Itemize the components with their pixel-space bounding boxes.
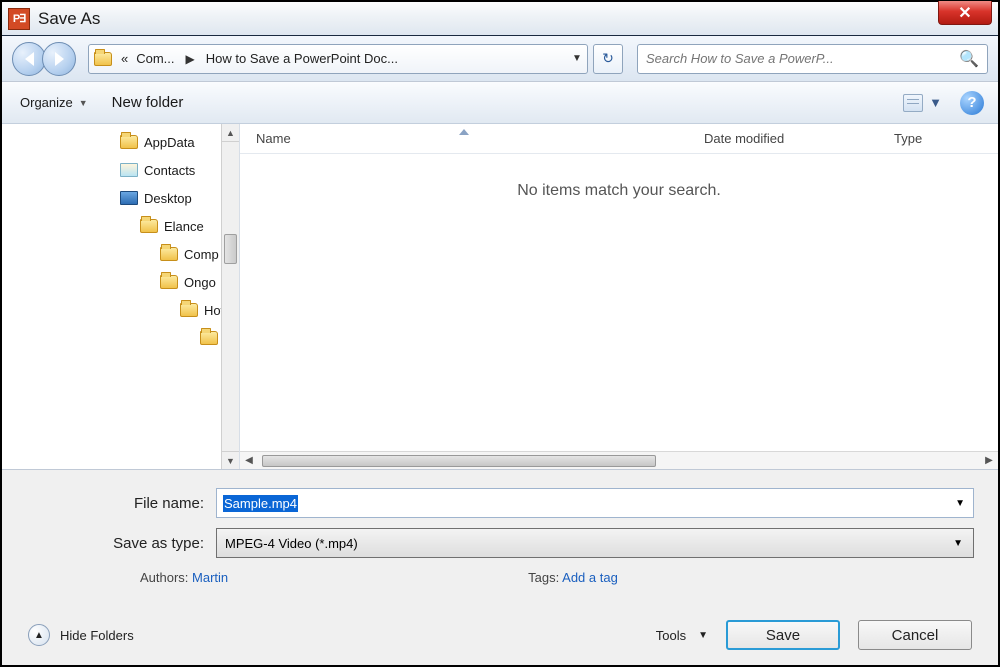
- save-type-combo[interactable]: MPEG-4 Video (*.mp4) ▼: [216, 528, 974, 558]
- scroll-thumb[interactable]: [224, 234, 237, 264]
- cancel-button[interactable]: Cancel: [858, 620, 972, 650]
- tree-item[interactable]: Desktop: [2, 184, 239, 212]
- window-title: Save As: [38, 9, 100, 29]
- folder-icon: [160, 247, 178, 261]
- tree-item[interactable]: C: [2, 324, 239, 352]
- toolbar: Organize▼ New folder ▼ ?: [2, 82, 998, 124]
- contacts-icon: [120, 163, 138, 177]
- scroll-down-button[interactable]: ▼: [222, 451, 239, 469]
- save-form: File name: Sample.mp4 ▼ Save as type: MP…: [2, 470, 998, 605]
- chevron-down-icon[interactable]: ▼: [955, 498, 965, 509]
- breadcrumb-dropdown[interactable]: ▼: [567, 53, 587, 64]
- chevron-down-icon: ▼: [698, 630, 708, 641]
- breadcrumb-seg1[interactable]: Com...: [132, 51, 178, 66]
- tree-item[interactable]: AppData: [2, 128, 239, 156]
- tree-item[interactable]: Comp: [2, 240, 239, 268]
- view-options-button[interactable]: ▼: [903, 94, 942, 112]
- tree-item[interactable]: Contacts: [2, 156, 239, 184]
- column-type[interactable]: Type: [878, 131, 998, 146]
- close-button[interactable]: ✕: [938, 1, 992, 25]
- folder-icon: [180, 303, 198, 317]
- refresh-button[interactable]: ↻: [593, 44, 623, 74]
- search-icon[interactable]: 🔍: [959, 49, 979, 69]
- authors-label: Authors:: [140, 570, 188, 585]
- help-button[interactable]: ?: [960, 91, 984, 115]
- save-type-label: Save as type:: [26, 535, 216, 552]
- folder-tree[interactable]: AppData Contacts Desktop Elance Comp Ongo HowC…: [2, 124, 240, 469]
- tree-item-label: Desktop: [144, 191, 192, 206]
- tools-menu[interactable]: Tools ▼: [656, 628, 708, 643]
- chevron-down-icon: ▼: [929, 95, 942, 110]
- powerpoint-icon: P∃: [8, 8, 30, 30]
- footer: ▲ Hide Folders Tools ▼ Save Cancel: [2, 605, 998, 665]
- organize-menu[interactable]: Organize▼: [20, 95, 88, 110]
- tree-item[interactable]: How: [2, 296, 239, 324]
- folder-icon: [200, 331, 218, 345]
- tree-item-label: Elance: [164, 219, 204, 234]
- column-headers: Name Date modified Type: [240, 124, 998, 154]
- list-view-icon: [903, 94, 923, 112]
- sort-asc-icon: [459, 129, 469, 135]
- hide-folders-button[interactable]: ▲ Hide Folders: [28, 624, 134, 646]
- nav-back-button[interactable]: [12, 42, 46, 76]
- desktop-icon: [120, 191, 138, 205]
- column-date[interactable]: Date modified: [688, 131, 878, 146]
- breadcrumb-overflow[interactable]: «: [117, 51, 132, 66]
- scroll-up-button[interactable]: ▲: [222, 124, 239, 142]
- scroll-right-button[interactable]: ▶: [980, 452, 998, 469]
- empty-message: No items match your search.: [517, 182, 721, 200]
- tags-label: Tags:: [528, 570, 559, 585]
- folder-icon: [140, 219, 158, 233]
- tags-value[interactable]: Add a tag: [562, 570, 618, 585]
- chevron-up-icon: ▲: [28, 624, 50, 646]
- new-folder-button[interactable]: New folder: [112, 94, 184, 111]
- folder-icon: [93, 49, 113, 69]
- nav-forward-button[interactable]: [42, 42, 76, 76]
- chevron-right-icon[interactable]: ▶: [179, 52, 202, 66]
- column-name[interactable]: Name: [240, 131, 688, 146]
- search-box[interactable]: 🔍: [637, 44, 988, 74]
- titlebar: P∃ Save As ✕: [2, 2, 998, 36]
- folder-icon: [120, 135, 138, 149]
- scroll-left-button[interactable]: ◀: [240, 452, 258, 469]
- file-name-input[interactable]: Sample.mp4 ▼: [216, 488, 974, 518]
- breadcrumb-seg2[interactable]: How to Save a PowerPoint Doc...: [202, 51, 402, 66]
- tree-item-label: AppData: [144, 135, 195, 150]
- breadcrumb[interactable]: « Com... ▶ How to Save a PowerPoint Doc.…: [88, 44, 588, 74]
- navigation-bar: « Com... ▶ How to Save a PowerPoint Doc.…: [2, 36, 998, 82]
- tree-item-label: Ongo: [184, 275, 216, 290]
- horizontal-scrollbar[interactable]: ◀ ▶: [240, 451, 998, 469]
- chevron-down-icon: ▼: [953, 538, 963, 549]
- tree-item-label: Contacts: [144, 163, 195, 178]
- tree-item[interactable]: Elance: [2, 212, 239, 240]
- search-input[interactable]: [646, 51, 959, 66]
- tree-item-label: Comp: [184, 247, 219, 262]
- file-list[interactable]: No items match your search.: [240, 154, 998, 451]
- save-button[interactable]: Save: [726, 620, 840, 650]
- authors-value[interactable]: Martin: [192, 570, 228, 585]
- file-pane: Name Date modified Type No items match y…: [240, 124, 998, 469]
- scroll-thumb[interactable]: [262, 455, 656, 467]
- tree-scrollbar[interactable]: ▲ ▼: [221, 124, 239, 469]
- chevron-down-icon: ▼: [79, 98, 88, 108]
- tree-item[interactable]: Ongo: [2, 268, 239, 296]
- folder-icon: [160, 275, 178, 289]
- file-name-label: File name:: [26, 495, 216, 512]
